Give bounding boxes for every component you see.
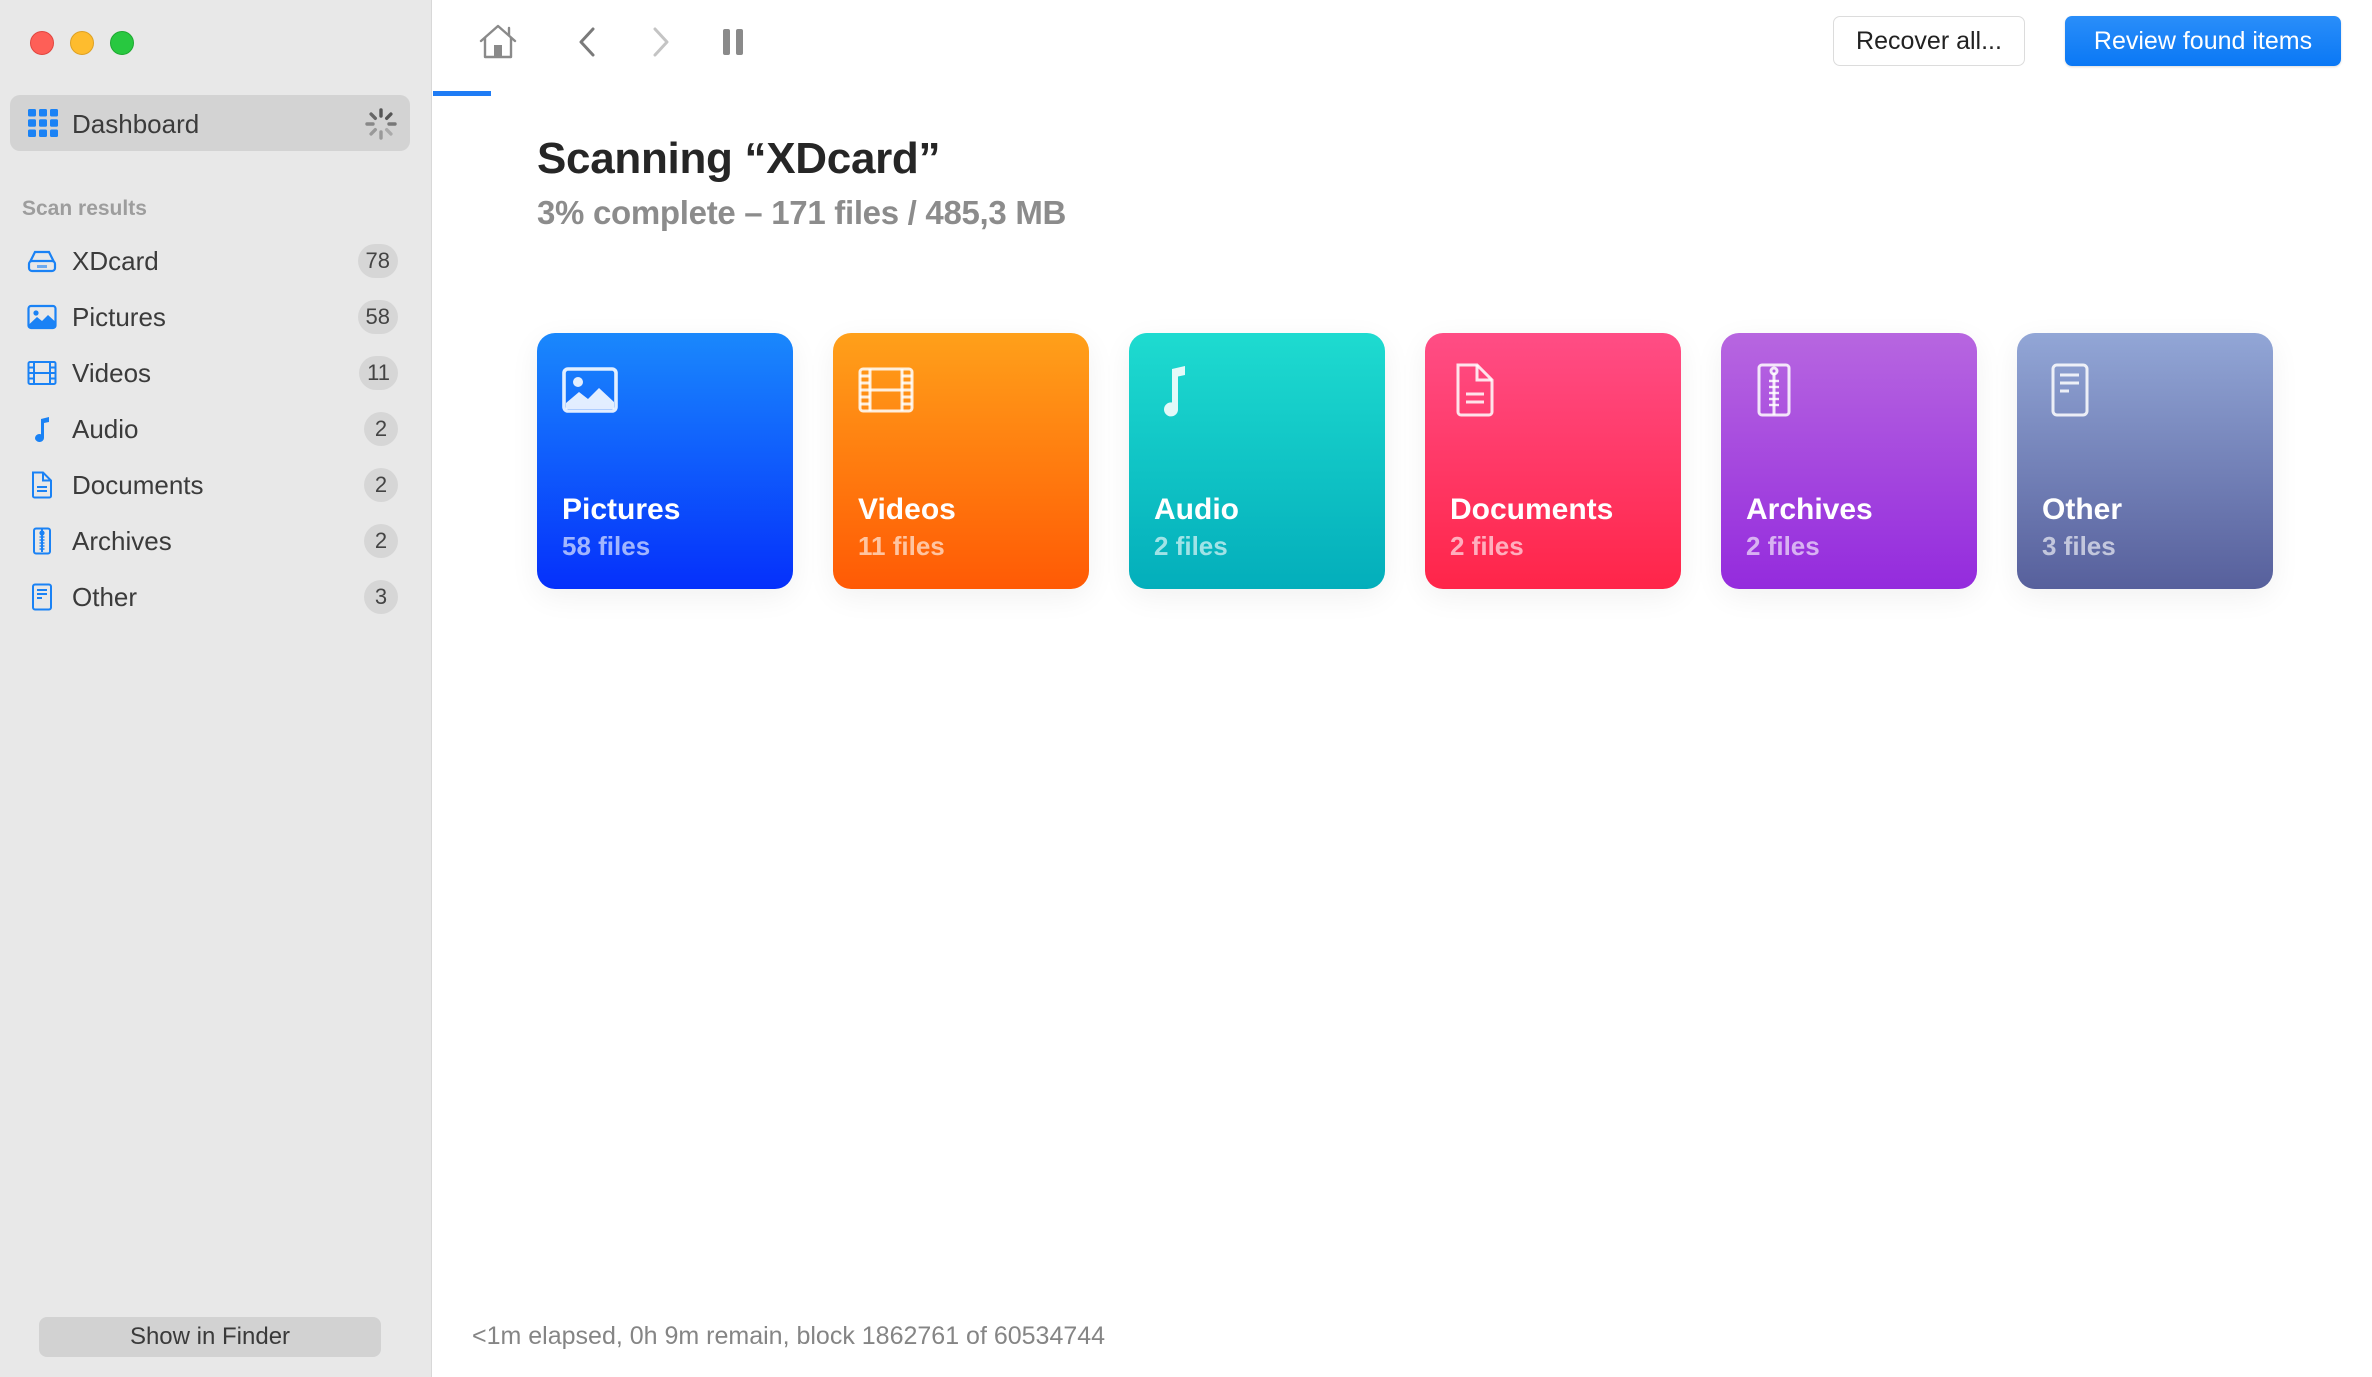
category-name: Documents xyxy=(1450,493,1614,526)
show-in-finder-button[interactable]: Show in Finder xyxy=(39,1317,381,1357)
photo-icon xyxy=(27,304,57,330)
category-card-archives[interactable]: Archives 2 files xyxy=(1721,333,1977,589)
music-note-icon xyxy=(1164,366,1185,417)
review-found-items-button[interactable]: Review found items xyxy=(2065,16,2341,66)
sidebar-item-archives[interactable]: Archives 2 xyxy=(0,513,432,569)
category-file-count: 2 files xyxy=(1154,531,1228,561)
count-badge: 58 xyxy=(357,300,398,334)
sidebar-item-label: Videos xyxy=(72,358,152,388)
close-window-button[interactable] xyxy=(30,31,54,55)
category-card-other[interactable]: Other 3 files xyxy=(2017,333,2273,589)
music-note-icon xyxy=(35,417,49,442)
scan-results-list: XDcard 78 Pictures 58 Videos 11 Audio 2 … xyxy=(0,233,432,625)
other-file-icon xyxy=(2051,363,2089,417)
count-badge: 11 xyxy=(359,356,398,390)
scan-status-line: <1m elapsed, 0h 9m remain, block 1862761… xyxy=(472,1322,1106,1350)
document-icon xyxy=(32,471,52,499)
category-cards: Pictures 58 files Videos 11 files Audio … xyxy=(537,333,2273,589)
category-name: Audio xyxy=(1154,493,1239,526)
sidebar: Dashboard Scan results XDcard 78 Picture… xyxy=(0,0,432,1377)
document-icon xyxy=(1456,363,1494,417)
category-card-videos[interactable]: Videos 11 files xyxy=(833,333,1089,589)
chevron-right-icon[interactable] xyxy=(640,22,680,62)
sidebar-item-label: Audio xyxy=(72,414,139,444)
sidebar-item-dashboard[interactable]: Dashboard xyxy=(10,95,410,151)
category-file-count: 11 files xyxy=(858,531,945,561)
sidebar-item-label: Other xyxy=(72,582,138,612)
maximize-window-button[interactable] xyxy=(110,31,134,55)
category-card-audio[interactable]: Audio 2 files xyxy=(1129,333,1385,589)
page-title: Scanning “XDcard” xyxy=(537,134,941,183)
category-file-count: 2 files xyxy=(1450,531,1524,561)
archive-zip-icon xyxy=(33,527,51,555)
count-badge: 2 xyxy=(364,412,398,446)
film-icon xyxy=(27,361,57,385)
pause-icon[interactable] xyxy=(713,22,753,62)
sidebar-item-label: Documents xyxy=(72,470,204,500)
category-name: Archives xyxy=(1746,493,1873,526)
main-content: Recover all... Review found items Scanni… xyxy=(433,0,2372,1377)
sidebar-item-label: Archives xyxy=(72,526,172,556)
recover-all-button[interactable]: Recover all... xyxy=(1833,16,2025,66)
home-icon[interactable] xyxy=(478,22,518,62)
category-card-pictures[interactable]: Pictures 58 files xyxy=(537,333,793,589)
window-controls xyxy=(30,31,134,55)
photo-icon xyxy=(562,367,618,413)
sidebar-item-audio[interactable]: Audio 2 xyxy=(0,401,432,457)
count-badge: 2 xyxy=(364,468,398,502)
category-name: Pictures xyxy=(562,493,681,526)
category-card-documents[interactable]: Documents 2 files xyxy=(1425,333,1681,589)
count-badge: 3 xyxy=(364,580,398,614)
sidebar-item-other[interactable]: Other 3 xyxy=(0,569,432,625)
sidebar-item-documents[interactable]: Documents 2 xyxy=(0,457,432,513)
sidebar-item-label: Dashboard xyxy=(72,109,200,139)
scan-progress-fill xyxy=(433,91,492,96)
count-badge: 78 xyxy=(357,244,398,278)
sidebar-item-pictures[interactable]: Pictures 58 xyxy=(0,289,432,345)
sidebar-item-videos[interactable]: Videos 11 xyxy=(0,345,432,401)
category-name: Other xyxy=(2042,493,2123,526)
spinner-icon xyxy=(365,108,397,140)
count-badge: 2 xyxy=(364,524,398,558)
minimize-window-button[interactable] xyxy=(70,31,94,55)
scan-results-heading: Scan results xyxy=(22,197,147,220)
other-file-icon xyxy=(32,583,52,611)
scan-progress-summary: 3% complete – 171 files / 485,3 MB xyxy=(537,194,1067,231)
chevron-left-icon[interactable] xyxy=(568,22,608,62)
archive-zip-icon xyxy=(1757,363,1791,417)
sidebar-item-label: Pictures xyxy=(72,302,166,332)
category-name: Videos xyxy=(858,493,956,526)
app-window: Dashboard Scan results XDcard 78 Picture… xyxy=(0,0,2372,1377)
sidebar-item-xdcard[interactable]: XDcard 78 xyxy=(0,233,432,289)
scan-progress-bar xyxy=(433,91,2372,96)
drive-icon xyxy=(27,250,57,273)
category-file-count: 2 files xyxy=(1746,531,1820,561)
grid-icon xyxy=(28,109,58,137)
film-icon xyxy=(858,367,914,413)
sidebar-item-label: XDcard xyxy=(72,246,159,276)
category-file-count: 3 files xyxy=(2042,531,2116,561)
category-file-count: 58 files xyxy=(562,531,651,561)
